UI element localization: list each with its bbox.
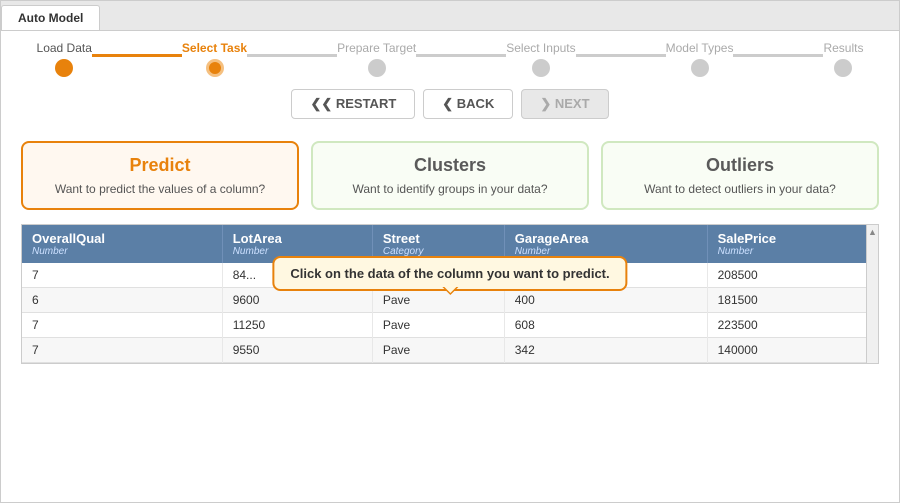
step-prepare-target: Prepare Target: [337, 41, 416, 77]
step-dot-results: [834, 59, 852, 77]
step-label-results: Results: [823, 41, 863, 55]
cell: 400: [504, 288, 707, 313]
cell: 11250: [222, 313, 372, 338]
cell: Pave: [372, 288, 504, 313]
step-results: Results: [823, 41, 863, 77]
cell: 223500: [707, 313, 877, 338]
cell: 140000: [707, 338, 877, 363]
step-connector-2: [416, 54, 506, 57]
nav-buttons: ❮❮ RESTART ❮ BACK ❯ NEXT: [21, 79, 879, 129]
main-window: Auto Model Load Data Select Task Prepare…: [0, 0, 900, 503]
tooltip-box: Click on the data of the column you want…: [272, 256, 627, 291]
col-header-saleprice[interactable]: SalePrice Number: [707, 225, 877, 263]
cell: Pave: [372, 313, 504, 338]
step-dot-prepare-target: [368, 59, 386, 77]
step-dot-select-inputs: [532, 59, 550, 77]
stepper: Load Data Select Task Prepare Target Sel…: [21, 41, 879, 77]
next-button[interactable]: ❯ NEXT: [521, 89, 608, 119]
step-label-select-task: Select Task: [182, 41, 247, 55]
cell: 7: [22, 263, 222, 288]
col-header-overallqual[interactable]: OverallQual Number: [22, 225, 222, 263]
step-connector-3: [576, 54, 666, 57]
step-label-model-types: Model Types: [666, 41, 734, 55]
cell: 9600: [222, 288, 372, 313]
col-type-overallqual: Number: [32, 246, 212, 257]
col-name-lotarea: LotArea: [233, 231, 282, 246]
step-label-load-data: Load Data: [37, 41, 92, 55]
cell: Pave: [372, 338, 504, 363]
step-connector-4: [733, 54, 823, 57]
outliers-card-desc: Want to detect outliers in your data?: [618, 182, 862, 196]
outliers-card[interactable]: Outliers Want to detect outliers in your…: [601, 141, 879, 210]
step-label-select-inputs: Select Inputs: [506, 41, 575, 55]
step-model-types: Model Types: [666, 41, 734, 77]
table-row[interactable]: 7 9550 Pave 342 140000: [22, 338, 878, 363]
scroll-up-icon[interactable]: ▲: [866, 225, 879, 239]
cell: 6: [22, 288, 222, 313]
outliers-card-title: Outliers: [618, 155, 862, 176]
table-row[interactable]: 7 11250 Pave 608 223500: [22, 313, 878, 338]
step-load-data: Load Data: [37, 41, 92, 77]
col-type-saleprice: Number: [718, 246, 867, 257]
tab-bar: Auto Model: [1, 1, 899, 31]
step-select-task: Select Task: [182, 41, 247, 77]
cell: 7: [22, 313, 222, 338]
step-connector-0: [92, 54, 182, 57]
task-cards: Predict Want to predict the values of a …: [21, 129, 879, 224]
col-name-street: Street: [383, 231, 420, 246]
cell: 9550: [222, 338, 372, 363]
auto-model-tab[interactable]: Auto Model: [1, 5, 100, 30]
cell: 608: [504, 313, 707, 338]
restart-button[interactable]: ❮❮ RESTART: [291, 89, 415, 119]
col-name-saleprice: SalePrice: [718, 231, 777, 246]
step-label-prepare-target: Prepare Target: [337, 41, 416, 55]
step-connector-1: [247, 54, 337, 57]
step-dot-load-data: [55, 59, 73, 77]
step-dot-select-task: [206, 59, 224, 77]
main-content: Load Data Select Task Prepare Target Sel…: [1, 31, 899, 374]
cell: 7: [22, 338, 222, 363]
clusters-card-desc: Want to identify groups in your data?: [328, 182, 572, 196]
clusters-card[interactable]: Clusters Want to identify groups in your…: [311, 141, 589, 210]
step-select-inputs: Select Inputs: [506, 41, 575, 77]
predict-card[interactable]: Predict Want to predict the values of a …: [21, 141, 299, 210]
col-name-garagearea: GarageArea: [515, 231, 589, 246]
predict-card-desc: Want to predict the values of a column?: [38, 182, 282, 196]
cell: 181500: [707, 288, 877, 313]
clusters-card-title: Clusters: [328, 155, 572, 176]
col-name-overallqual: OverallQual: [32, 231, 105, 246]
step-dot-model-types: [691, 59, 709, 77]
predict-card-title: Predict: [38, 155, 282, 176]
cell: 208500: [707, 263, 877, 288]
tooltip-container: Click on the data of the column you want…: [272, 256, 627, 291]
scrollbar[interactable]: ▲: [866, 225, 878, 363]
back-button[interactable]: ❮ BACK: [423, 89, 513, 119]
data-table-wrapper: OverallQual Number LotArea Number Street…: [21, 224, 879, 364]
cell: 342: [504, 338, 707, 363]
